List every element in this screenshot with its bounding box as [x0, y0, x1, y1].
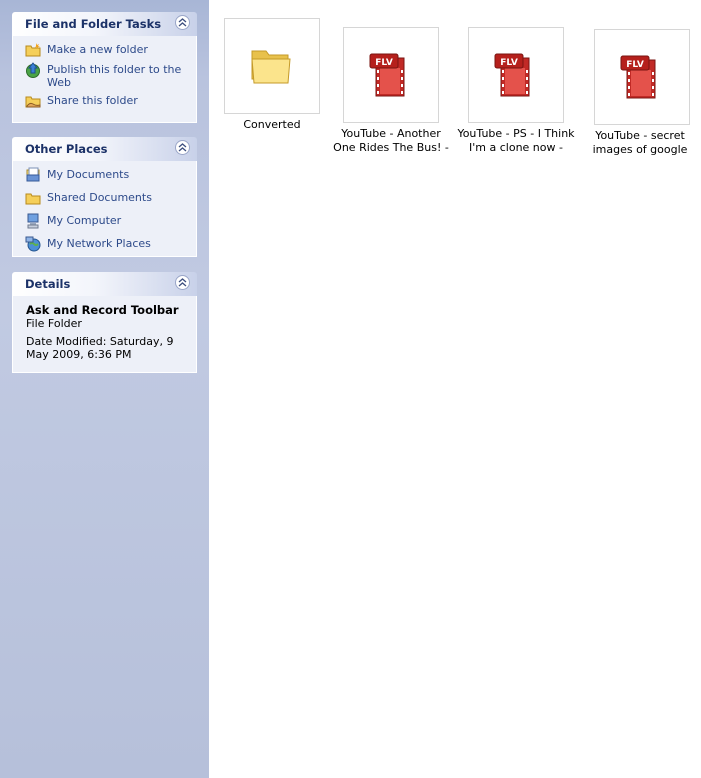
- network-places-icon: [25, 236, 42, 252]
- share-folder-icon: [25, 93, 42, 109]
- details-item-name: Ask and Record Toolbar: [26, 303, 179, 317]
- thumbnail-frame: FLV: [343, 27, 439, 123]
- file-name: YouTube - secret images of google earth: [592, 129, 688, 156]
- publish-web-icon: [25, 62, 42, 78]
- flv-badge: FLV: [500, 58, 518, 68]
- folder-icon: [250, 45, 292, 88]
- new-folder-icon: [25, 42, 42, 58]
- task-label: Shared Documents: [47, 191, 152, 204]
- details-item-type: File Folder: [26, 317, 82, 330]
- my-computer-link[interactable]: My Computer: [25, 213, 196, 229]
- my-computer-icon: [25, 213, 42, 229]
- thumbnail-frame: [224, 18, 320, 114]
- panel-title: File and Folder Tasks: [25, 17, 162, 31]
- thumbnail-frame: FLV: [468, 27, 564, 123]
- task-label: My Documents: [47, 168, 130, 181]
- task-label: Share this folder: [47, 94, 138, 107]
- task-label: My Computer: [47, 214, 122, 227]
- collapse-icon[interactable]: [175, 275, 190, 290]
- details-header[interactable]: Details: [12, 272, 197, 296]
- collapse-icon[interactable]: [175, 140, 190, 155]
- file-view: Converted FLV YouTube - Another One Ride…: [209, 0, 701, 778]
- task-label: My Network Places: [47, 237, 151, 250]
- my-documents-icon: [25, 167, 42, 183]
- thumbnail-frame: FLV: [594, 29, 690, 125]
- shared-documents-link[interactable]: Shared Documents: [25, 190, 196, 206]
- flv-file-icon: FLV: [493, 52, 537, 103]
- my-documents-link[interactable]: My Documents: [25, 167, 196, 183]
- flv-file-icon: FLV: [368, 52, 412, 103]
- collapse-icon[interactable]: [175, 15, 190, 30]
- flv-badge: FLV: [375, 58, 393, 68]
- flv-badge: FLV: [626, 60, 644, 70]
- flv-file-icon: FLV: [619, 54, 663, 105]
- task-pane: File and Folder Tasks Make a new folder …: [0, 0, 209, 778]
- file-name: YouTube - Another One Rides The Bus! -We…: [333, 127, 449, 154]
- other-places-panel: Other Places My Documents Shared Documen…: [12, 137, 197, 257]
- share-folder-link[interactable]: Share this folder: [25, 93, 196, 109]
- make-new-folder-link[interactable]: Make a new folder: [25, 42, 196, 58]
- shared-documents-icon: [25, 190, 42, 206]
- panel-title: Other Places: [25, 142, 108, 156]
- panel-title: Details: [25, 277, 71, 291]
- task-label: Make a new folder: [47, 43, 148, 56]
- my-network-places-link[interactable]: My Network Places: [25, 236, 196, 252]
- file-folder-tasks-header[interactable]: File and Folder Tasks: [12, 12, 197, 36]
- task-label: Publish this folder to the Web: [47, 63, 182, 89]
- details-panel: Details Ask and Record Toolbar File Fold…: [12, 272, 197, 373]
- file-folder-tasks-panel: File and Folder Tasks Make a new folder …: [12, 12, 197, 123]
- details-date-modified: Date Modified: Saturday, 9 May 2009, 6:3…: [26, 335, 174, 361]
- publish-folder-link[interactable]: Publish this folder to the Web: [25, 62, 196, 89]
- file-name: YouTube - PS - I Think I'm a clone now -…: [457, 127, 575, 154]
- file-name: Converted: [243, 118, 301, 131]
- other-places-header[interactable]: Other Places: [12, 137, 197, 161]
